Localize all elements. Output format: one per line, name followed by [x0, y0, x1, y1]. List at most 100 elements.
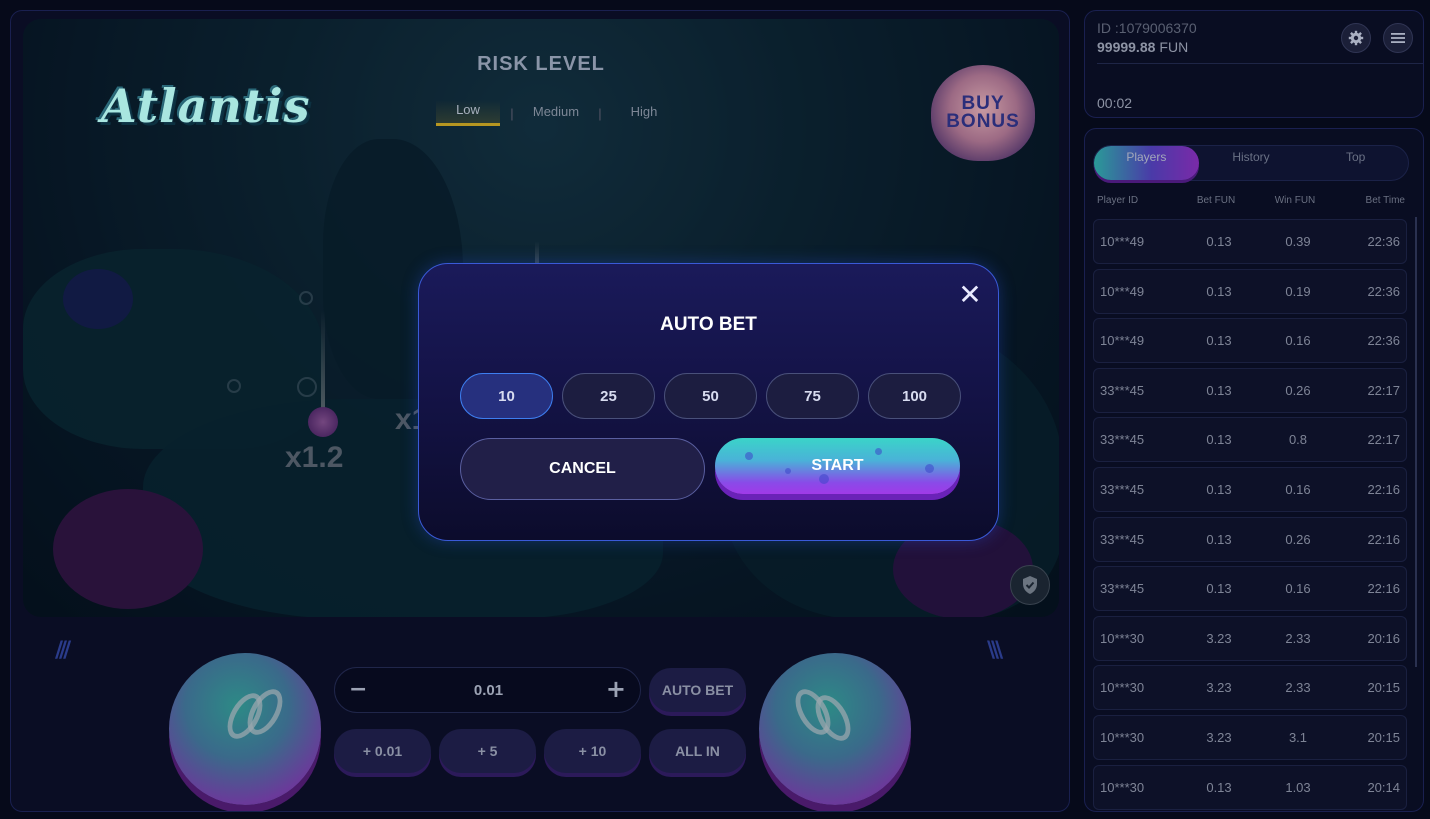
start-button[interactable]: START: [715, 438, 960, 494]
cell-player-id: 33***45: [1100, 481, 1145, 497]
cell-player-id: 10***30: [1100, 630, 1145, 646]
cell-bet-time: 22:16: [1367, 481, 1400, 497]
cell-player-id: 10***49: [1100, 234, 1145, 249]
cell-bet: 0.13: [1206, 234, 1232, 249]
risk-divider: |: [598, 105, 602, 121]
decor-dot: [745, 452, 753, 460]
risk-tab-low[interactable]: Low: [436, 100, 500, 126]
cell-win: 0.16: [1285, 333, 1311, 349]
quick-bet-5-button[interactable]: + 5: [439, 729, 536, 773]
risk-level-title: RISK LEVEL: [477, 53, 605, 75]
cell-bet: 0.13: [1206, 283, 1232, 299]
table-row: 33***45 0.13 0.8 22:17: [1093, 417, 1407, 463]
cell-bet-time: 22:17: [1367, 382, 1400, 398]
cell-player-id: 33***45: [1100, 581, 1145, 597]
cell-bet-time: 20:15: [1367, 680, 1400, 696]
hamburger-menu-icon: [1391, 33, 1405, 43]
cell-win: 0.16: [1285, 481, 1311, 497]
settings-button[interactable]: [1341, 23, 1371, 53]
stake-increase-button[interactable]: +: [606, 677, 626, 701]
buy-bonus-line2: BONUS: [946, 111, 1020, 132]
cell-bet: 0.13: [1206, 432, 1232, 448]
all-in-button[interactable]: ALL IN: [649, 729, 746, 773]
tab-history[interactable]: History: [1199, 146, 1304, 180]
risk-tab-high[interactable]: High: [612, 102, 676, 125]
drop-ball-right-button[interactable]: [759, 653, 911, 805]
cell-bet: 3.23: [1206, 729, 1232, 745]
decor-dot: [875, 448, 882, 455]
cell-bet: 3.23: [1206, 680, 1232, 696]
provably-fair-button[interactable]: [1010, 565, 1050, 605]
cell-win: 0.16: [1285, 581, 1311, 597]
table-row: 10***49 0.13 0.19 22:36: [1093, 268, 1407, 314]
cell-win: 3.1: [1288, 729, 1308, 745]
menu-button[interactable]: [1383, 23, 1413, 53]
cancel-button[interactable]: CANCEL: [460, 438, 705, 500]
cell-bet: 0.13: [1206, 531, 1232, 547]
tab-players[interactable]: Players: [1094, 146, 1199, 180]
cell-player-id: 10***49: [1100, 333, 1145, 349]
cell-bet: 0.13: [1206, 581, 1232, 597]
shield-check-icon: [1023, 576, 1037, 594]
cell-bet: 0.13: [1206, 481, 1232, 497]
scrollbar[interactable]: [1415, 217, 1417, 667]
auto-bet-count-options: 10 25 50 75 100: [460, 373, 961, 419]
cell-bet-time: 22:36: [1367, 333, 1400, 349]
cell-bet-time: 22:17: [1367, 432, 1400, 448]
risk-divider: |: [510, 105, 514, 121]
cell-bet: 0.13: [1206, 779, 1232, 795]
table-row: 10***49 0.13 0.16 22:36: [1093, 318, 1407, 364]
table-row: 33***45 0.13 0.26 22:16: [1093, 516, 1407, 562]
drop-ball-left-button[interactable]: [169, 653, 321, 805]
cell-bet-time: 20:16: [1367, 630, 1400, 646]
cell-bet-time: 22:36: [1367, 234, 1400, 249]
cell-win: 0.39: [1285, 234, 1311, 249]
players-panel: Players History Top Player ID Bet FUN Wi…: [1084, 128, 1424, 812]
cell-bet-time: 20:14: [1367, 779, 1400, 795]
tab-top[interactable]: Top: [1303, 146, 1408, 180]
cell-win: 0.19: [1285, 283, 1311, 299]
count-option-25[interactable]: 25: [562, 373, 655, 419]
start-label: START: [811, 457, 864, 474]
cell-player-id: 33***45: [1100, 432, 1145, 448]
decor-dot: [925, 464, 934, 473]
cell-player-id: 33***45: [1100, 382, 1145, 398]
count-option-100[interactable]: 100: [868, 373, 961, 419]
count-option-50[interactable]: 50: [664, 373, 757, 419]
table-header: Player ID Bet FUN Win FUN Bet Time: [1097, 195, 1405, 206]
round-timer: 00:02: [1097, 95, 1133, 111]
count-option-75[interactable]: 75: [766, 373, 859, 419]
table-row: 10***49 0.13 0.39 22:36: [1093, 219, 1407, 264]
header-bet: Bet FUN: [1196, 195, 1236, 206]
cell-player-id: 10***49: [1100, 283, 1145, 299]
cell-bet-time: 20:15: [1367, 729, 1400, 745]
risk-tab-medium[interactable]: Medium: [524, 102, 588, 125]
count-option-10[interactable]: 10: [460, 373, 553, 419]
gear-icon: [1348, 30, 1364, 46]
quick-bet-001-button[interactable]: + 0.01: [334, 729, 431, 773]
cell-player-id: 10***30: [1100, 729, 1145, 745]
table-row: 10***30 3.23 2.33 20:16: [1093, 615, 1407, 661]
decor-dot: [785, 468, 791, 474]
players-tabs: Players History Top: [1093, 145, 1409, 181]
divider: [1097, 63, 1423, 64]
cell-bet: 0.13: [1206, 333, 1232, 349]
table-row: 10***30 3.23 3.1 20:15: [1093, 714, 1407, 760]
auto-bet-button[interactable]: AUTO BET: [649, 668, 746, 712]
quick-bet-10-button[interactable]: + 10: [544, 729, 641, 773]
table-row: 33***45 0.13 0.26 22:17: [1093, 367, 1407, 413]
buy-bonus-button[interactable]: BUY BONUS: [931, 65, 1035, 161]
close-icon[interactable]: ✕: [957, 281, 983, 309]
auto-bet-modal: AUTO BET ✕ 10 25 50 75 100 CANCEL START: [418, 263, 999, 541]
stake-value[interactable]: 0.01: [335, 682, 642, 699]
balance-amount: 99999.88: [1097, 39, 1156, 55]
account-id: ID :1079006370: [1097, 20, 1197, 36]
header-bet-time: Bet Time: [1365, 195, 1405, 206]
cell-bet: 3.23: [1206, 630, 1232, 646]
cell-win: 0.26: [1285, 382, 1311, 398]
cell-player-id: 33***45: [1100, 531, 1145, 547]
decor-slashes: \\\: [987, 638, 1003, 663]
cell-win: 2.33: [1285, 680, 1311, 696]
decor-dot: [819, 474, 829, 484]
decor-slashes: ///: [55, 638, 71, 663]
